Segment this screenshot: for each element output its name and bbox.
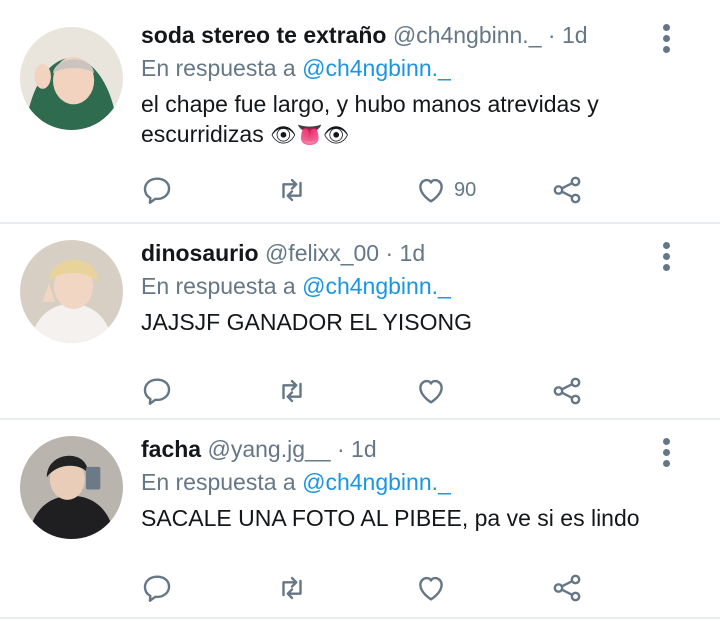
display-name[interactable]: soda stereo te extraño [141,22,386,48]
timestamp[interactable]: 1d [351,436,377,462]
tweet-text-line: el chape fue largo, y hubo manos atrevid… [141,91,599,117]
reply-prefix: En respuesta a [141,55,296,81]
like-button[interactable] [414,568,448,608]
reply-prefix: En respuesta a [141,469,296,495]
share-button[interactable] [550,170,584,210]
reply-icon [143,575,171,602]
share-icon [553,574,581,602]
tweet-text: SACALE UNA FOTO AL PIBEE, pa ve si es li… [141,505,640,531]
reply-icon [143,378,171,405]
user-handle[interactable]: @yang.jg__ [207,436,330,462]
reply-context: En respuesta a @ch4ngbinn._ [141,467,660,497]
tweet-text-fragment: escurridizas [141,121,264,147]
reply-icon [143,177,171,204]
share-icon [553,176,581,204]
timestamp[interactable]: 1d [400,240,426,266]
reply-button[interactable] [140,170,174,210]
retweet-icon [282,576,302,600]
display-name[interactable]: facha [141,436,201,462]
tweet-actions [140,371,600,411]
tweet-header: dinosaurio @felixx_00 · 1d [141,238,660,268]
more-options-icon[interactable] [660,242,672,272]
tweet-actions: 90 [140,170,600,210]
avatar[interactable] [20,240,123,343]
avatar[interactable] [20,436,123,539]
tweet-header: soda stereo te extraño @ch4ngbinn._ · 1d [141,20,660,50]
more-options-icon[interactable] [660,438,672,468]
avatar[interactable] [20,27,123,130]
retweet-button[interactable] [275,371,309,411]
tweet-actions [140,568,600,608]
separator: · [547,22,556,48]
share-button[interactable] [550,371,584,411]
reply-mention-link[interactable]: @ch4ngbinn._ [302,273,451,299]
tweet-item[interactable]: dinosaurio @felixx_00 · 1d En respuesta … [0,224,720,420]
reply-button[interactable] [140,371,174,411]
user-handle[interactable]: @ch4ngbinn._ [393,22,542,48]
like-count: 90 [454,178,477,201]
tweet-header: facha @yang.jg__ · 1d [141,434,660,464]
timestamp[interactable]: 1d [562,22,588,48]
reply-button[interactable] [140,568,174,608]
share-icon [553,377,581,405]
retweet-icon [282,379,302,403]
tweet-text-line: escurridizas 👁👅👁 [141,119,660,151]
separator: · [385,240,394,266]
retweet-button[interactable] [275,170,309,210]
retweet-button[interactable] [275,568,309,608]
reply-mention-link[interactable]: @ch4ngbinn._ [302,469,451,495]
like-button[interactable] [414,371,448,411]
separator: · [336,436,345,462]
heart-icon [419,576,443,601]
user-handle[interactable]: @felixx_00 [265,240,379,266]
tweet-text: JAJSJF GANADOR EL YISONG [141,309,473,335]
retweet-icon [282,178,302,202]
reply-context: En respuesta a @ch4ngbinn._ [141,53,660,83]
emoji-group: 👁👅👁 [270,124,350,147]
reply-prefix: En respuesta a [141,273,296,299]
like-button[interactable]: 90 [414,170,476,210]
tweet-item[interactable]: facha @yang.jg__ · 1d En respuesta a @ch… [0,420,720,619]
more-options-icon[interactable] [660,24,672,54]
heart-icon [419,178,443,203]
tweet-item[interactable]: soda stereo te extraño @ch4ngbinn._ · 1d… [0,0,720,224]
tweet-text: el chape fue largo, y hubo manos atrevid… [141,89,660,151]
display-name[interactable]: dinosaurio [141,240,259,266]
reply-context: En respuesta a @ch4ngbinn._ [141,271,660,301]
share-button[interactable] [550,568,584,608]
heart-icon [419,379,443,404]
reply-mention-link[interactable]: @ch4ngbinn._ [302,55,451,81]
